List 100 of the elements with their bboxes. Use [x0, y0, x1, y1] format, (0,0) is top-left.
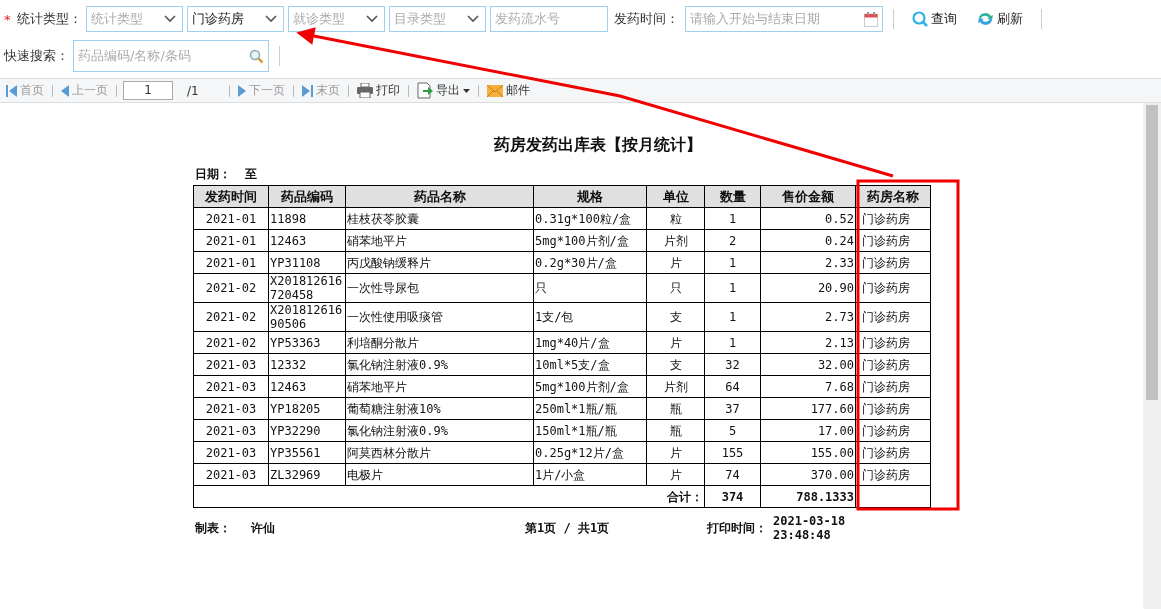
table-cell: 2021-02: [193, 273, 269, 303]
search-icon: [249, 48, 264, 64]
export-button[interactable]: 导出: [415, 82, 472, 99]
table-cell: 0.31g*100粒/盒: [533, 207, 647, 230]
table-cell: YP18205: [268, 397, 346, 420]
table-cell: 门诊药房: [855, 441, 931, 464]
table-cell: 155.00: [760, 441, 856, 464]
envelope-icon: [487, 84, 503, 97]
table-cell: 一次性导尿包: [345, 273, 534, 303]
table-cell: 片剂: [646, 375, 705, 398]
maker-name: 许仙: [251, 519, 275, 537]
table-cell: YP31108: [268, 251, 346, 274]
table-cell: 桂枝茯苓胶囊: [345, 207, 534, 230]
table-cell: 瓶: [646, 419, 705, 442]
table-cell: 2.33: [760, 251, 856, 274]
table-cell: 门诊药房: [855, 273, 931, 303]
table-cell: 氯化钠注射液0.9%: [345, 353, 534, 376]
dropdown[interactable]: 就诊类型: [287, 6, 385, 32]
last-page-icon: [302, 84, 313, 97]
column-header: 规格: [533, 185, 647, 208]
table-cell: 门诊药房: [855, 463, 931, 486]
first-page-icon: [6, 84, 17, 97]
table-cell: 2021-01: [193, 251, 269, 274]
table-cell: 64: [704, 375, 761, 398]
scrollbar-thumb[interactable]: [1146, 105, 1158, 400]
table-cell: 5mg*100片剂/盒: [533, 375, 647, 398]
table-cell: 177.60: [760, 397, 856, 420]
table-cell: 2021-01: [193, 229, 269, 252]
export-icon: [417, 82, 433, 99]
scrollbar[interactable]: [1143, 103, 1161, 609]
table-cell: 1: [704, 251, 761, 274]
table-cell: 2021-03: [193, 375, 269, 398]
table-cell: 支: [646, 353, 705, 376]
table-cell: YP53363: [268, 331, 346, 354]
right-triangle-icon: [238, 84, 246, 97]
column-header: 药品编码: [268, 185, 346, 208]
table-cell: 丙戊酸钠缓释片: [345, 251, 534, 274]
table-cell: 片剂: [646, 229, 705, 252]
printer-icon: [357, 83, 373, 98]
page-number-field[interactable]: 1: [123, 81, 173, 100]
search-field[interactable]: 药品编码/名称/条码: [73, 40, 269, 72]
report-title: 药房发药出库表【按月统计】: [493, 135, 703, 156]
calendar-icon: [863, 11, 878, 27]
table-cell: 1: [704, 207, 761, 230]
print-button[interactable]: 打印: [355, 82, 402, 99]
table-cell: 20.90: [760, 273, 856, 303]
left-triangle-icon: [61, 84, 69, 97]
chevron-icon: [264, 15, 277, 23]
table-cell: 1支/包: [533, 302, 647, 332]
table-cell: 支: [646, 302, 705, 332]
serial-field[interactable]: 发药流水号: [489, 6, 608, 32]
dropdown[interactable]: 目录类型: [388, 6, 486, 32]
mail-button[interactable]: 邮件: [485, 82, 532, 99]
date-range-text: 至: [245, 166, 257, 183]
table-cell: 门诊药房: [855, 353, 931, 376]
table-cell: 11898: [268, 207, 346, 230]
caret-icon: [463, 88, 470, 93]
dropdown[interactable]: 统计类型: [85, 6, 183, 32]
table-cell: YP35561: [268, 441, 346, 464]
table-cell: 37: [704, 397, 761, 420]
table-cell: 硝苯地平片: [345, 375, 534, 398]
date-range-field[interactable]: 请输入开始与结束日期: [684, 6, 883, 32]
table-cell: 2021-03: [193, 441, 269, 464]
column-header: 药品名称: [345, 185, 534, 208]
table-cell: X20181261690506: [268, 302, 346, 332]
table-cell: 0.24: [760, 229, 856, 252]
table-cell: 阿莫西林分散片: [345, 441, 534, 464]
table-cell: 150ml*1瓶/瓶: [533, 419, 647, 442]
table-cell: 370.00: [760, 463, 856, 486]
column-header: 数量: [704, 185, 761, 208]
table-cell: 2.73: [760, 302, 856, 332]
table-cell: 12463: [268, 375, 346, 398]
print-time-label: 打印时间：: [707, 519, 767, 537]
table-cell: 5: [704, 419, 761, 442]
table-cell: 门诊药房: [855, 251, 931, 274]
table-cell: 片: [646, 441, 705, 464]
page-info: 第1页 / 共1页: [525, 519, 611, 537]
search-icon: [911, 11, 928, 27]
table-cell: 0.25g*12片/盒: [533, 441, 647, 464]
total-amount: 788.1333: [760, 485, 856, 508]
table-cell: 17.00: [760, 419, 856, 442]
column-header: 药房名称: [855, 185, 931, 208]
refresh-button[interactable]: 刷新: [968, 10, 1031, 28]
table-cell: 0.2g*30片/盒: [533, 251, 647, 274]
page-total: /1: [186, 83, 200, 98]
table-cell: 2021-01: [193, 207, 269, 230]
table-cell: 一次性使用吸痰管: [345, 302, 534, 332]
table-cell: 5mg*100片剂/盒: [533, 229, 647, 252]
table-cell: 片: [646, 331, 705, 354]
chevron-icon: [466, 15, 479, 23]
table-cell: 1: [704, 331, 761, 354]
table-cell: ZL32969: [268, 463, 346, 486]
table-cell: 粒: [646, 207, 705, 230]
table-cell: 0.52: [760, 207, 856, 230]
search-button[interactable]: 查询: [903, 10, 965, 28]
date-label: 日期：: [195, 166, 231, 183]
dropdown[interactable]: 门诊药房: [186, 6, 284, 32]
table-cell: 12332: [268, 353, 346, 376]
table-cell: 片: [646, 463, 705, 486]
table-cell: 门诊药房: [855, 207, 931, 230]
